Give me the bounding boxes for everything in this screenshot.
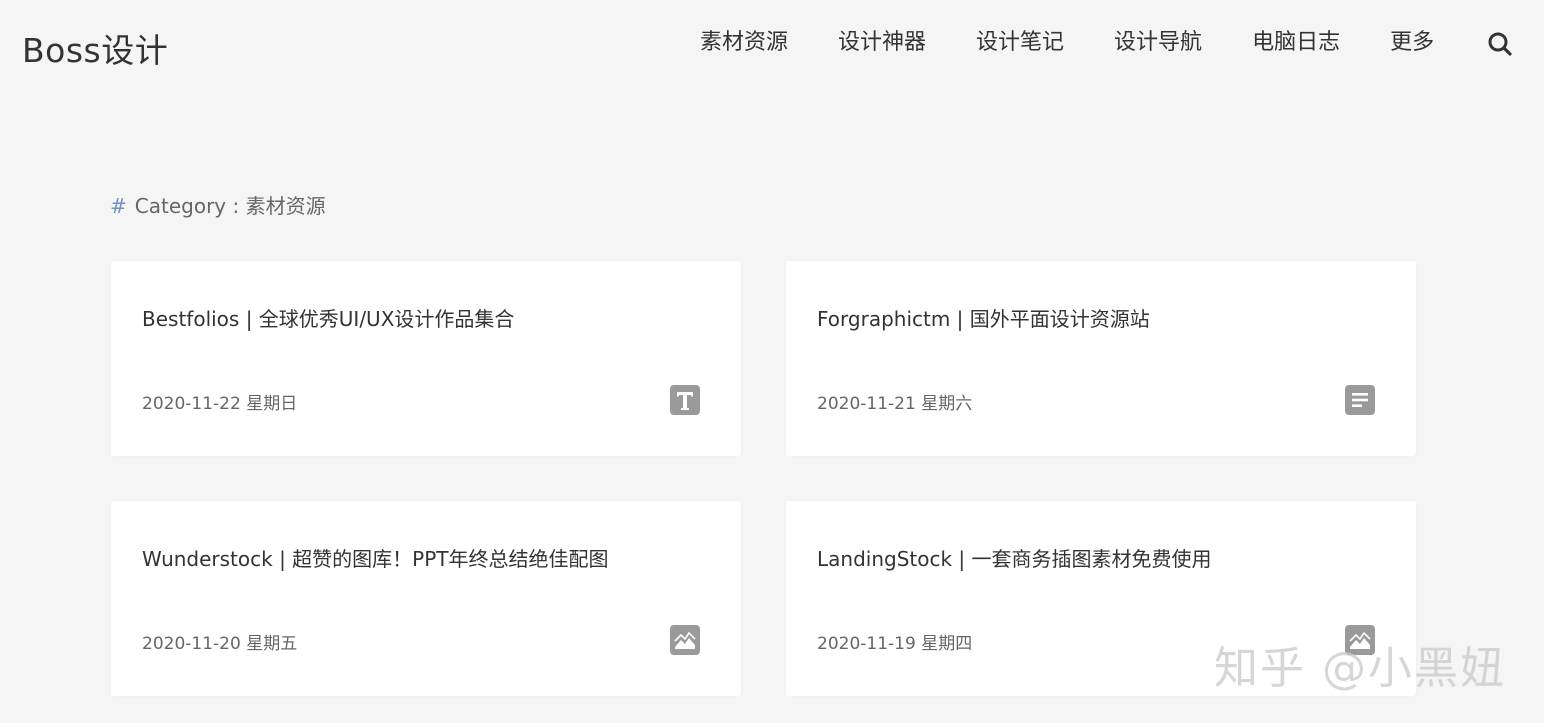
category-label: Category : 素材资源 — [134, 194, 326, 218]
post-date: 2020-11-22 星期日 — [142, 394, 298, 414]
post-title[interactable]: Wunderstock | 超赞的图库！PPT年终总结绝佳配图 — [142, 543, 609, 572]
post-date: 2020-11-19 星期四 — [817, 634, 973, 654]
search-icon[interactable] — [1487, 31, 1513, 57]
post-title[interactable]: Bestfolios | 全球优秀UI/UX设计作品集合 — [142, 303, 514, 332]
post-title[interactable]: Forgraphictm | 国外平面设计资源站 — [817, 303, 1150, 332]
post-title[interactable]: LandingStock | 一套商务插图素材免费使用 — [817, 543, 1212, 572]
hash-symbol: # — [110, 194, 127, 218]
nav-item-materials[interactable]: 素材资源 — [700, 28, 788, 58]
nav-item-computer-log[interactable]: 电脑日志 — [1252, 28, 1340, 58]
nav-item-design-tools[interactable]: 设计神器 — [838, 28, 926, 58]
post-card[interactable]: Wunderstock | 超赞的图库！PPT年终总结绝佳配图 2020-11-… — [111, 501, 741, 696]
nav-item-more[interactable]: 更多 — [1390, 28, 1434, 58]
post-date: 2020-11-20 星期五 — [142, 634, 298, 654]
zhihu-watermark: 知乎 @小黑妞 — [1214, 643, 1506, 694]
text-format-icon — [670, 385, 700, 415]
page: Boss设计 素材资源 设计神器 设计笔记 设计导航 电脑日志 更多 # Cate… — [0, 0, 1544, 723]
post-card[interactable]: Bestfolios | 全球优秀UI/UX设计作品集合 2020-11-22 … — [111, 261, 741, 456]
article-icon — [1345, 385, 1375, 415]
nav-item-design-navigation[interactable]: 设计导航 — [1114, 28, 1202, 58]
image-icon — [670, 625, 700, 655]
main-nav: 素材资源 设计神器 设计笔记 设计导航 电脑日志 更多 — [700, 28, 1434, 58]
site-title-link[interactable]: Boss设计 — [22, 24, 168, 72]
post-card[interactable]: Forgraphictm | 国外平面设计资源站 2020-11-21 星期六 — [786, 261, 1416, 456]
category-heading: # Category : 素材资源 — [110, 190, 326, 219]
post-date: 2020-11-21 星期六 — [817, 394, 973, 414]
nav-item-design-notes[interactable]: 设计笔记 — [976, 28, 1064, 58]
